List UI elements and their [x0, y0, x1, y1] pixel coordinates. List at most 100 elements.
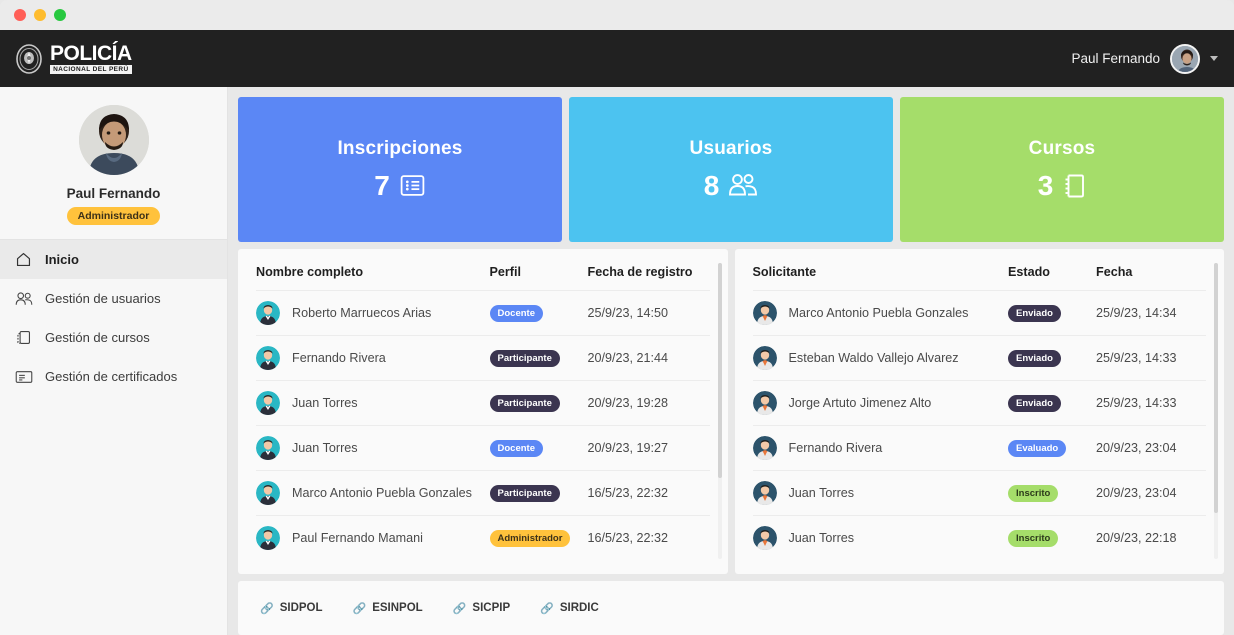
- topbar-avatar[interactable]: [1170, 43, 1200, 74]
- topbar-user-name: Paul Fernando: [1071, 51, 1160, 66]
- table-row[interactable]: Esteban Waldo Vallejo Alvarez Enviado 25…: [752, 335, 1206, 381]
- brand-logo[interactable]: POLICÍA NACIONAL DEL PERÚ: [14, 43, 132, 75]
- link-icon: 🔗: [260, 602, 274, 615]
- table-header-row: Nombre completo Perfil Fecha de registro: [256, 265, 710, 291]
- column-header-estado: Estado: [1008, 265, 1050, 279]
- main-content: Inscripciones 7 Usuarios 8 Cursos 3 Nomb…: [228, 87, 1234, 635]
- stat-card-usuarios[interactable]: Usuarios 8: [569, 97, 893, 242]
- request-date: 25/9/23, 14:34: [1096, 290, 1206, 336]
- table-row[interactable]: Roberto Marruecos Arias Docente 25/9/23,…: [256, 290, 710, 336]
- table-row[interactable]: Marco Antonio Puebla Gonzales Enviado 25…: [752, 290, 1206, 336]
- window-maximize-button[interactable]: [54, 9, 66, 21]
- link-icon: 🔗: [352, 602, 367, 615]
- request-date: 20/9/23, 23:04: [1096, 470, 1206, 516]
- app-body: Paul Fernando Administrador Inicio Gesti…: [0, 87, 1234, 635]
- stat-card-value: 3: [1037, 169, 1054, 201]
- stat-card-cursos[interactable]: Cursos 3: [900, 97, 1224, 242]
- column-header-perfil: Perfil: [489, 265, 522, 279]
- footer-link-sirdic[interactable]: 🔗 SIRDIC: [540, 602, 599, 615]
- footer-link-label: SICPIP: [472, 602, 511, 614]
- requests-table-body: Marco Antonio Puebla Gonzales Enviado 25…: [752, 290, 1206, 560]
- sidebar-item-inicio[interactable]: Inicio: [0, 240, 227, 279]
- footer-link-label: SIDPOL: [279, 602, 323, 614]
- stat-card-title: Inscripciones: [337, 137, 463, 159]
- link-icon: 🔗: [452, 602, 467, 615]
- footer-link-esinpol[interactable]: 🔗 ESINPOL: [353, 602, 423, 615]
- avatar: [752, 436, 777, 460]
- police-crest-icon: [14, 43, 44, 75]
- registration-date: 16/5/23, 22:32: [587, 515, 710, 560]
- stat-card-title: Usuarios: [689, 137, 773, 159]
- user-name: Roberto Marruecos Arias: [292, 306, 432, 320]
- users-table: Nombre completo Perfil Fecha de registro…: [256, 265, 710, 560]
- sidebar-item-gestion-certificados[interactable]: Gestión de certificados: [0, 357, 227, 396]
- footer-link-sidpol[interactable]: 🔗 SIDPOL: [260, 602, 323, 615]
- footer-link-label: SIRDIC: [559, 602, 599, 614]
- sidebar-item-gestion-usuarios[interactable]: Gestión de usuarios: [0, 279, 227, 318]
- top-navigation-bar: POLICÍA NACIONAL DEL PERÚ Paul Fernando: [0, 30, 1234, 87]
- data-panels: Nombre completo Perfil Fecha de registro…: [238, 249, 1224, 574]
- table-row[interactable]: Jorge Artuto Jimenez Alto Enviado 25/9/2…: [752, 380, 1206, 426]
- applicant-name: Jorge Artuto Jimenez Alto: [788, 396, 932, 410]
- user-name: Marco Antonio Puebla Gonzales: [292, 486, 472, 500]
- table-row[interactable]: Juan Torres Docente 20/9/23, 19:27: [256, 425, 710, 471]
- users-panel-scrollbar[interactable]: [717, 263, 722, 559]
- user-name: Paul Fernando Mamani: [292, 531, 423, 545]
- perfil-badge: Docente: [489, 439, 543, 457]
- scrollbar-thumb[interactable]: [1214, 263, 1218, 513]
- sidebar-item-label: Gestión de cursos: [45, 330, 150, 345]
- perfil-badge: Participante: [489, 484, 560, 502]
- sidebar-item-label: Gestión de usuarios: [45, 291, 161, 306]
- table-row[interactable]: Paul Fernando Mamani Administrador 16/5/…: [256, 515, 710, 560]
- table-row[interactable]: Fernando Rivera Evaluado 20/9/23, 23:04: [752, 425, 1206, 471]
- notebook-icon: [1062, 172, 1086, 200]
- requests-panel-scrollbar[interactable]: [1214, 263, 1218, 559]
- registration-date: 25/9/23, 14:50: [587, 290, 710, 336]
- topbar-user-menu[interactable]: Paul Fernando: [1071, 43, 1218, 74]
- footer-link-label: ESINPOL: [372, 602, 423, 614]
- profile-name: Paul Fernando: [66, 186, 161, 201]
- list-card-icon: [399, 172, 426, 199]
- window-minimize-button[interactable]: [34, 9, 46, 21]
- user-name: Fernando Rivera: [292, 351, 386, 365]
- table-row[interactable]: Juan Torres Inscrito 20/9/23, 23:04: [752, 470, 1206, 516]
- sidebar-item-gestion-cursos[interactable]: Gestión de cursos: [0, 318, 227, 357]
- avatar: [752, 346, 777, 370]
- users-icon: [14, 289, 33, 308]
- window-close-button[interactable]: [14, 9, 26, 21]
- stat-card-inscripciones[interactable]: Inscripciones 7: [238, 97, 562, 242]
- request-date: 20/9/23, 23:04: [1096, 425, 1206, 471]
- applicant-name: Fernando Rivera: [788, 441, 883, 455]
- avatar: [256, 301, 280, 325]
- column-header-nombre: Nombre completo: [256, 265, 364, 279]
- brand-title: POLICÍA: [50, 41, 132, 65]
- table-row[interactable]: Juan Torres Participante 20/9/23, 19:28: [256, 380, 710, 426]
- users-panel: Nombre completo Perfil Fecha de registro…: [238, 249, 728, 574]
- applicant-name: Esteban Waldo Vallejo Alvarez: [788, 351, 959, 365]
- status-badge: Inscrito: [1008, 529, 1059, 547]
- copy-icon: [14, 328, 33, 347]
- table-row[interactable]: Juan Torres Inscrito 20/9/23, 22:18: [752, 515, 1206, 560]
- registration-date: 20/9/23, 19:28: [587, 380, 710, 426]
- stat-card-value: 7: [374, 169, 390, 201]
- chevron-down-icon[interactable]: [1210, 56, 1218, 61]
- users-table-body: Roberto Marruecos Arias Docente 25/9/23,…: [256, 290, 710, 560]
- table-row[interactable]: Fernando Rivera Participante 20/9/23, 21…: [256, 335, 710, 381]
- footer-link-sicpip[interactable]: 🔗 SICPIP: [453, 602, 510, 615]
- stat-cards: Inscripciones 7 Usuarios 8 Cursos 3: [238, 97, 1224, 242]
- requests-table: Solicitante Estado Fecha Marco Antonio P…: [752, 265, 1206, 560]
- profile-role-badge: Administrador: [66, 207, 161, 225]
- request-date: 25/9/23, 14:33: [1096, 380, 1206, 426]
- table-row[interactable]: Marco Antonio Puebla Gonzales Participan…: [256, 470, 710, 516]
- avatar: [256, 481, 280, 505]
- footer-links: 🔗 SIDPOL 🔗 ESINPOL 🔗 SICPIP 🔗 SIRDIC: [238, 581, 1224, 635]
- user-name: Juan Torres: [292, 396, 358, 410]
- window-titlebar: [0, 0, 1234, 30]
- home-icon: [14, 250, 33, 269]
- brand-subtitle: NACIONAL DEL PERÚ: [50, 65, 132, 75]
- scrollbar-thumb[interactable]: [717, 263, 722, 478]
- link-icon: 🔗: [540, 602, 554, 615]
- avatar: [752, 526, 777, 550]
- status-badge: Inscrito: [1008, 484, 1059, 502]
- sidebar: Paul Fernando Administrador Inicio Gesti…: [0, 87, 228, 635]
